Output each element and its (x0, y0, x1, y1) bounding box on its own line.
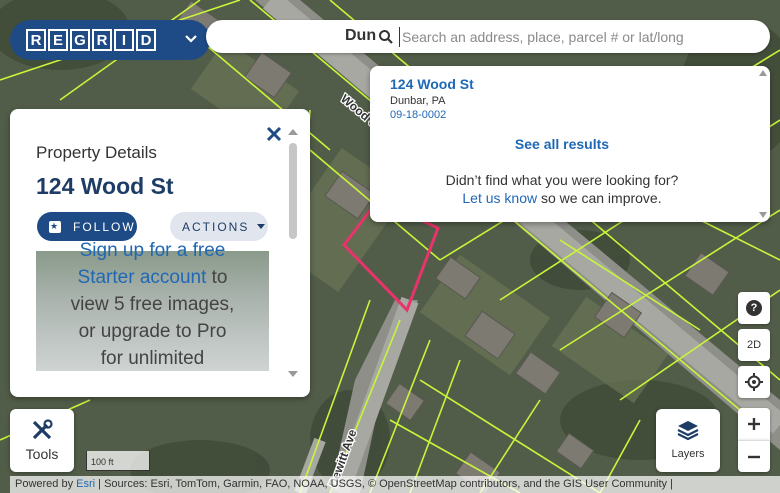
layers-button[interactable]: Layers (656, 409, 720, 472)
logo-letter: G (70, 29, 90, 51)
plus-icon (748, 418, 760, 430)
result-address[interactable]: 124 Wood St (390, 76, 474, 92)
view-mode-toggle[interactable]: 2D (738, 329, 770, 361)
logo-letter: E (48, 29, 68, 51)
feedback-line: Let us know so we can improve. (370, 190, 754, 206)
star-icon: ★ (49, 220, 61, 233)
search-icon (379, 30, 393, 44)
let-us-know-link[interactable]: Let us know (462, 190, 537, 206)
attribution-prefix: Powered by (15, 478, 77, 490)
actions-label: ACTIONS (182, 219, 250, 234)
promo-line: Starter account to (36, 264, 269, 291)
result-parcel-number: 09-18-0002 (390, 109, 447, 121)
locate-button[interactable] (738, 366, 770, 398)
property-address-title: 124 Wood St (36, 173, 174, 199)
crosshair-icon (745, 373, 763, 391)
tools-label: Tools (25, 446, 59, 462)
promo-line: view 5 free images, (70, 294, 235, 315)
feedback-suffix: so we can improve. (541, 190, 662, 206)
help-button[interactable]: ? (738, 292, 770, 324)
upgrade-promo: Sign up for a free Starter account to vi… (36, 237, 269, 372)
regrid-logo-menu[interactable]: R E G R I D (10, 20, 210, 60)
not-found-text: Didn’t find what you were looking for? (445, 172, 679, 188)
attribution-sources: | Sources: Esri, TomTom, Garmin, FAO, NO… (95, 478, 673, 490)
tools-icon (32, 419, 53, 440)
logo-letter: D (136, 29, 156, 51)
minus-icon (748, 455, 760, 458)
zoom-in-button[interactable] (738, 408, 770, 440)
tools-button[interactable]: Tools (10, 409, 74, 472)
zoom-out-button[interactable] (738, 440, 770, 472)
chevron-down-icon[interactable] (182, 30, 200, 48)
panel-subtitle: Property Details (36, 143, 157, 162)
close-icon[interactable] (265, 125, 283, 143)
help-icon: ? (746, 300, 762, 316)
promo-line: for unlimited (100, 348, 205, 369)
result-city: Dunbar, PA (390, 95, 446, 107)
scrollbar-thumb[interactable] (289, 143, 297, 239)
scale-bar: 100 ft (86, 451, 150, 471)
scroll-up-icon[interactable] (288, 129, 298, 135)
property-details-panel: Property Details 124 Wood St ★ FOLLOW AC… (10, 109, 310, 397)
promo-line: or upgrade to Pro (78, 321, 227, 342)
logo-letter: R (92, 29, 112, 51)
scroll-up-icon[interactable] (759, 70, 767, 76)
logo-letter: I (114, 29, 134, 51)
layers-label: Layers (671, 448, 705, 460)
caret-down-icon (257, 224, 266, 229)
scroll-down-icon[interactable] (759, 212, 767, 218)
layers-icon (677, 421, 699, 441)
search-results-dropdown: 124 Wood St Dunbar, PA 09-18-0002 See al… (370, 66, 770, 222)
starter-account-link[interactable]: Starter account (78, 267, 207, 288)
see-all-results-link[interactable]: See all results (370, 136, 754, 152)
esri-link[interactable]: Esri (76, 478, 95, 490)
search-partial-text: Dun (345, 27, 377, 44)
map-attribution: Powered by Esri | Sources: Esri, TomTom,… (10, 476, 780, 493)
regrid-logo: R E G R I D (26, 29, 156, 51)
promo-line[interactable]: Sign up for a free (36, 237, 269, 264)
follow-label: FOLLOW (73, 219, 136, 234)
map-app: Wood St Dewitt Ave R E G R I D Dun 124 W… (0, 0, 780, 493)
search-input[interactable] (399, 27, 759, 47)
logo-letter: R (26, 29, 46, 51)
promo-line-rest: to (206, 267, 228, 288)
scroll-down-icon[interactable] (288, 371, 298, 377)
